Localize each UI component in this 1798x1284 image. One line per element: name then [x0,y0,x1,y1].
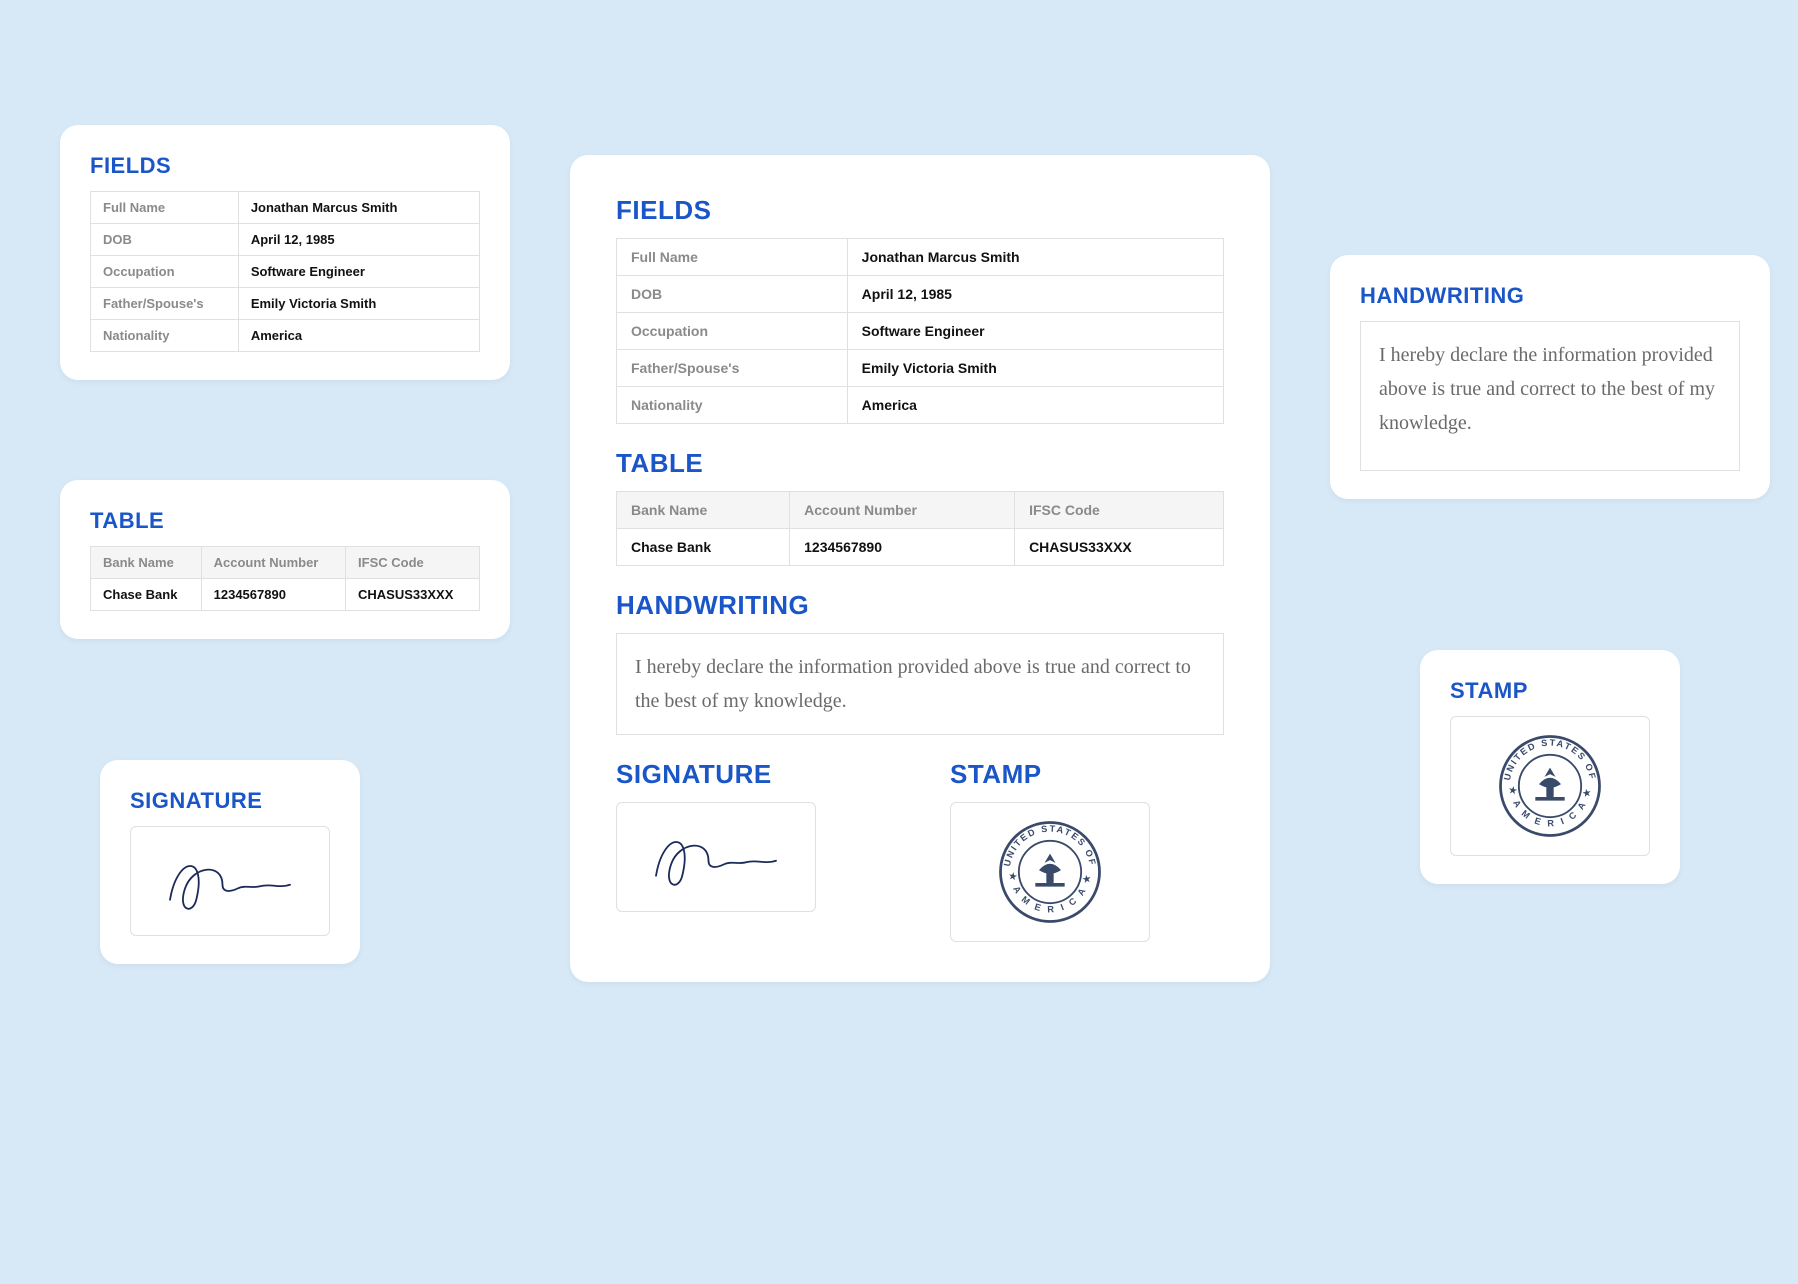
fields-row: OccupationSoftware Engineer [91,256,480,288]
table-cell: CHASUS33XXX [346,579,480,611]
fields-row: Father/Spouse'sEmily Victoria Smith [617,350,1224,387]
field-label: Nationality [617,387,848,424]
table-header-cell: IFSC Code [1015,492,1224,529]
stamp-box-center: UNITED STATES OF ★ A M E R I C A ★ [950,802,1150,942]
fields-row: Father/Spouse'sEmily Victoria Smith [91,288,480,320]
table-cell: 1234567890 [201,579,345,611]
seal-icon: UNITED STATES OF ★ A M E R I C A ★ [1495,731,1605,841]
signature-heading-center: SIGNATURE [616,759,890,790]
field-value: Software Engineer [847,313,1223,350]
field-label: Father/Spouse's [91,288,239,320]
signature-section-center: SIGNATURE [616,759,890,942]
field-label: Occupation [91,256,239,288]
handwriting-box-small: I hereby declare the information provide… [1360,321,1740,471]
field-label: DOB [617,276,848,313]
table-row: Chase Bank1234567890CHASUS33XXX [91,579,480,611]
field-value: Software Engineer [238,256,479,288]
table-heading-center: TABLE [616,448,1224,479]
field-label: Nationality [91,320,239,352]
data-table-header-row-small: Bank NameAccount NumberIFSC Code [91,547,480,579]
data-table-body-small: Chase Bank1234567890CHASUS33XXX [91,579,480,611]
field-value: America [847,387,1223,424]
fields-row: DOBApril 12, 1985 [91,224,480,256]
field-label: Full Name [91,192,239,224]
svg-text:UNITED STATES OF: UNITED STATES OF [1502,738,1598,782]
signature-box-center [616,802,816,912]
signature-icon [641,822,791,892]
fields-row: OccupationSoftware Engineer [617,313,1224,350]
field-label: Occupation [617,313,848,350]
signature-card-small: SIGNATURE [100,760,360,964]
table-row: Chase Bank1234567890CHASUS33XXX [617,529,1224,566]
handwriting-card-small: HANDWRITING I hereby declare the informa… [1330,255,1770,499]
fields-tbody-small: Full NameJonathan Marcus SmithDOBApril 1… [91,192,480,352]
signature-box [130,826,330,936]
table-card-small: TABLE Bank NameAccount NumberIFSC Code C… [60,480,510,639]
fields-card-small: FIELDS Full NameJonathan Marcus SmithDOB… [60,125,510,380]
fields-heading: FIELDS [90,153,480,179]
field-value: Jonathan Marcus Smith [238,192,479,224]
svg-text:UNITED STATES OF: UNITED STATES OF [1002,824,1098,868]
table-heading: TABLE [90,508,480,534]
field-label: DOB [91,224,239,256]
field-value: Emily Victoria Smith [238,288,479,320]
handwriting-heading-center: HANDWRITING [616,590,1224,621]
stamp-heading: STAMP [1450,678,1650,704]
table-header-cell: Account Number [201,547,345,579]
fields-heading-center: FIELDS [616,195,1224,226]
fields-row: Full NameJonathan Marcus Smith [617,239,1224,276]
table-header-cell: Bank Name [617,492,790,529]
fields-tbody-center: Full NameJonathan Marcus SmithDOBApril 1… [617,239,1224,424]
handwriting-heading: HANDWRITING [1360,283,1740,309]
fields-row: NationalityAmerica [617,387,1224,424]
table-cell: Chase Bank [91,579,202,611]
fields-table-center: Full NameJonathan Marcus SmithDOBApril 1… [616,238,1224,424]
table-header-cell: Bank Name [91,547,202,579]
signature-icon [155,846,305,916]
field-label: Father/Spouse's [617,350,848,387]
table-cell: 1234567890 [790,529,1015,566]
table-cell: CHASUS33XXX [1015,529,1224,566]
stamp-card-small: STAMP UNITED STATES OF ★ A M E R I C A ★ [1420,650,1680,884]
field-value: Emily Victoria Smith [847,350,1223,387]
fields-row: Full NameJonathan Marcus Smith [91,192,480,224]
field-value: America [238,320,479,352]
table-header-cell: Account Number [790,492,1015,529]
handwriting-box-center: I hereby declare the information provide… [616,633,1224,735]
stamp-heading-center: STAMP [950,759,1224,790]
stamp-box-small: UNITED STATES OF ★ A M E R I C A ★ [1450,716,1650,856]
table-header-cell: IFSC Code [346,547,480,579]
table-cell: Chase Bank [617,529,790,566]
document-card-center: FIELDS Full NameJonathan Marcus SmithDOB… [570,155,1270,982]
field-value: Jonathan Marcus Smith [847,239,1223,276]
field-label: Full Name [617,239,848,276]
fields-table: Full NameJonathan Marcus SmithDOBApril 1… [90,191,480,352]
data-table-small: Bank NameAccount NumberIFSC Code Chase B… [90,546,480,611]
stamp-section-center: STAMP UNITED STATES OF ★ A M E [950,759,1224,942]
signature-heading: SIGNATURE [130,788,330,814]
fields-row: DOBApril 12, 1985 [617,276,1224,313]
field-value: April 12, 1985 [847,276,1223,313]
field-value: April 12, 1985 [238,224,479,256]
data-table-center: Bank NameAccount NumberIFSC Code Chase B… [616,491,1224,566]
fields-row: NationalityAmerica [91,320,480,352]
data-table-header-row-center: Bank NameAccount NumberIFSC Code [617,492,1224,529]
seal-icon: UNITED STATES OF ★ A M E R I C A ★ [995,817,1105,927]
data-table-body-center: Chase Bank1234567890CHASUS33XXX [617,529,1224,566]
